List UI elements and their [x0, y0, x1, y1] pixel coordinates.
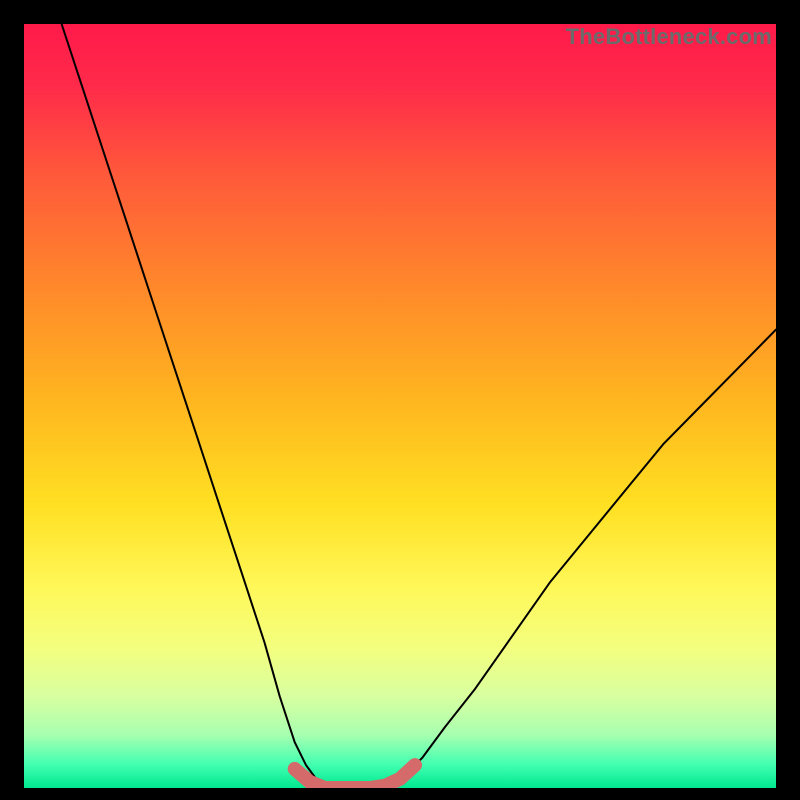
bottleneck-curve [62, 24, 776, 788]
curve-layer [24, 24, 776, 788]
flat-region-highlight [295, 765, 415, 788]
plot-area: TheBottleneck.com [24, 24, 776, 788]
watermark-text: TheBottleneck.com [24, 24, 776, 50]
chart-frame: TheBottleneck.com [0, 0, 800, 800]
